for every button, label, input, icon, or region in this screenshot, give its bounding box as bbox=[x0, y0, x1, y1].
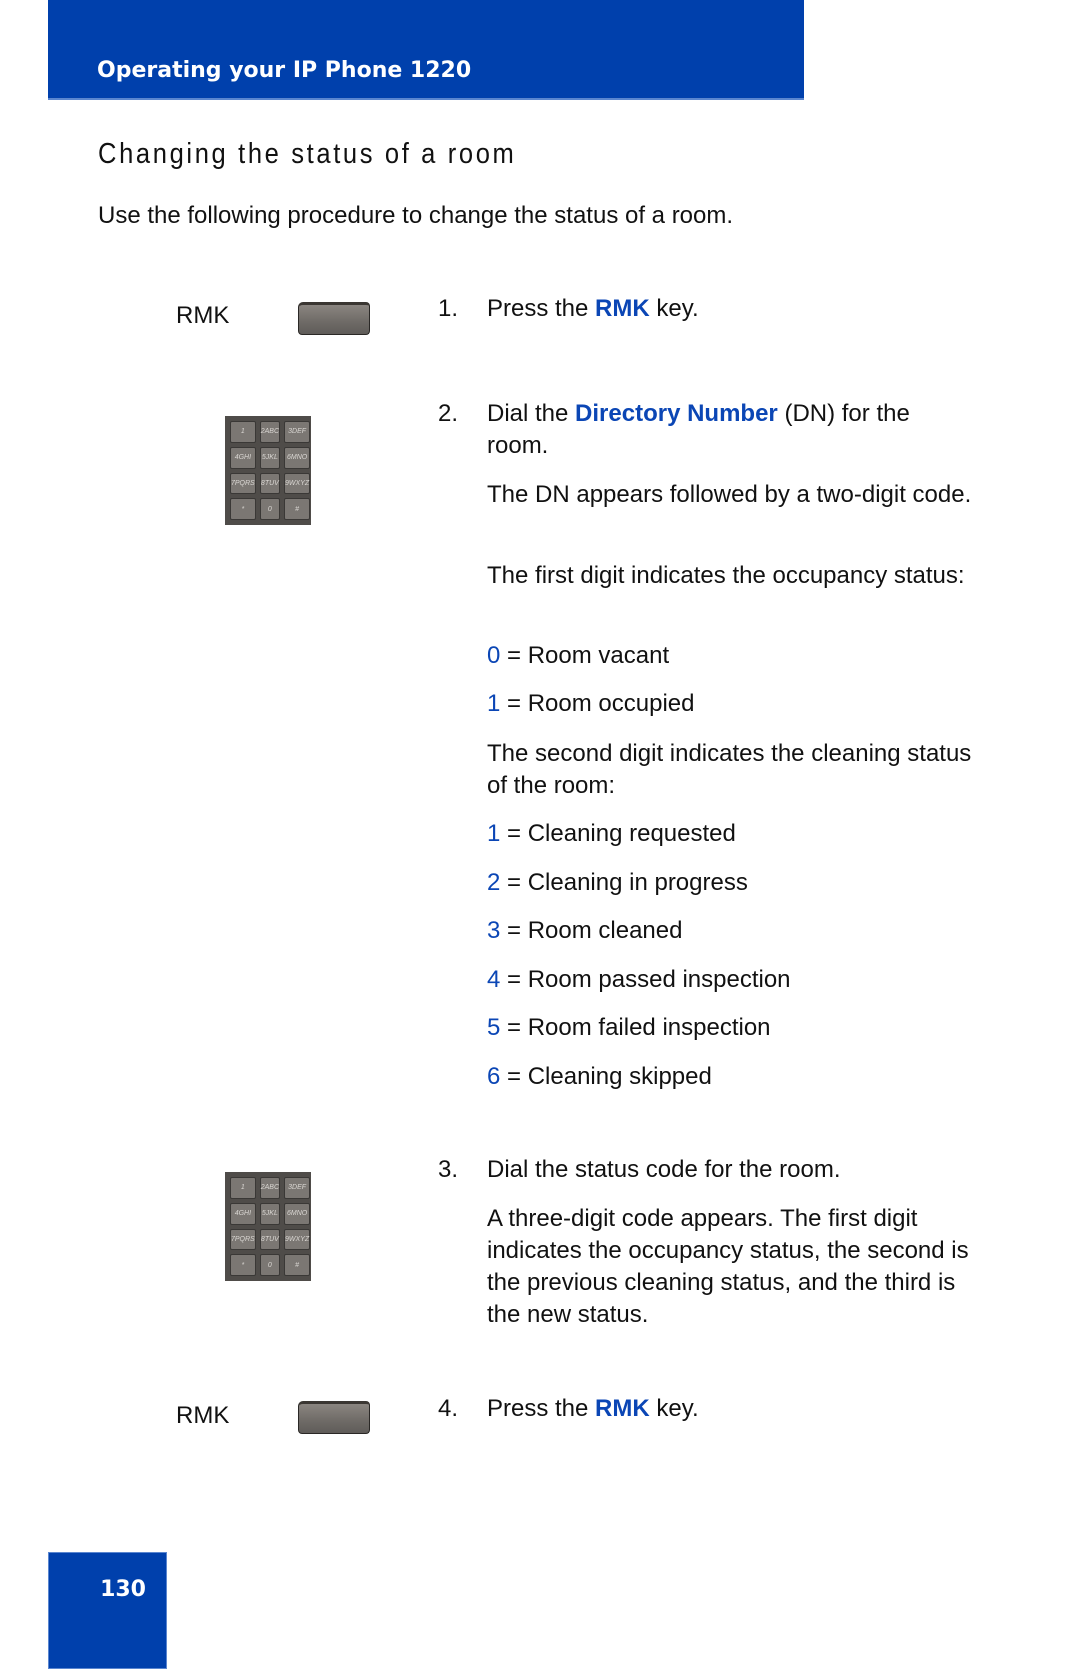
dialpad-key: 3DEF bbox=[284, 1177, 311, 1199]
dialpad-icon: 1 2ABC 3DEF 4GHI 5JKL 6MNO 7PQRS 8TUV 9WXYZ * 0 # bbox=[225, 416, 311, 525]
soft-key-icon bbox=[298, 1401, 370, 1434]
dn-appears-text: The DN appears followed by a two-digit c… bbox=[487, 481, 972, 508]
dialpad-key: 2ABC bbox=[259, 1177, 281, 1199]
occupancy-code-row: 1 = Room occupied bbox=[487, 690, 694, 718]
code-label: = Room vacant bbox=[507, 642, 670, 669]
dialpad-key: 0 bbox=[259, 498, 281, 520]
code-label: = Room passed inspection bbox=[507, 966, 791, 993]
step-number: 2. bbox=[438, 400, 459, 427]
code-label: = Cleaning in progress bbox=[507, 869, 748, 896]
code-digit: 1 bbox=[487, 820, 501, 847]
dialpad-key: 9WXYZ bbox=[284, 472, 311, 495]
code-digit: 1 bbox=[487, 690, 501, 717]
step-number: 1. bbox=[438, 295, 459, 322]
page-number: 130 bbox=[100, 1577, 146, 1602]
section-title: Changing the status of a room bbox=[98, 138, 517, 170]
step-text: Dial the bbox=[487, 400, 576, 427]
code-label: = Cleaning requested bbox=[507, 820, 736, 847]
header-title: Operating your IP Phone 1220 bbox=[97, 58, 472, 83]
dialpad-icon: 1 2ABC 3DEF 4GHI 5JKL 6MNO 7PQRS 8TUV 9WXYZ * 0 # bbox=[225, 1172, 311, 1281]
code-digit: 2 bbox=[487, 869, 501, 896]
step-text: key. bbox=[649, 1395, 699, 1422]
dialpad-key: 0 bbox=[259, 1254, 281, 1276]
code-digit: 0 bbox=[487, 642, 501, 669]
rmk-label: RMK bbox=[176, 302, 230, 329]
dialpad-key: 8TUV bbox=[259, 472, 281, 495]
dialpad-key: 1 bbox=[230, 1177, 256, 1199]
step-text: Press the bbox=[487, 295, 596, 322]
header-band: Operating your IP Phone 1220 bbox=[48, 0, 804, 100]
code-label: = Room cleaned bbox=[507, 917, 683, 944]
dialpad-key: 3DEF bbox=[284, 421, 311, 443]
code-digit: 5 bbox=[487, 1014, 501, 1041]
dialpad-key: * bbox=[230, 498, 256, 520]
dialpad-key: # bbox=[284, 1254, 311, 1276]
dialpad-key: # bbox=[284, 498, 311, 520]
step-number: 4. bbox=[438, 1395, 459, 1422]
cleaning-code-row: 2 = Cleaning in progress bbox=[487, 869, 748, 897]
dialpad-key: 5JKL bbox=[259, 1202, 281, 1225]
rmk-key-reference: RMK bbox=[595, 295, 650, 322]
soft-key-icon bbox=[298, 302, 370, 335]
dialpad-key: 6MNO bbox=[284, 1202, 311, 1225]
code-digit: 3 bbox=[487, 917, 501, 944]
step-text: Dial the status code for the room. bbox=[487, 1156, 841, 1183]
first-digit-text: The first digit indicates the occupancy … bbox=[487, 562, 965, 589]
cleaning-code-row: 1 = Cleaning requested bbox=[487, 820, 736, 848]
step-number: 3. bbox=[438, 1156, 459, 1183]
three-digit-code-text: A three-digit code appears. The first di… bbox=[487, 1205, 969, 1328]
dialpad-key: 1 bbox=[230, 421, 256, 443]
cleaning-code-row: 5 = Room failed inspection bbox=[487, 1014, 771, 1042]
dialpad-key: 4GHI bbox=[230, 446, 256, 469]
step-text: Press the bbox=[487, 1395, 596, 1422]
dialpad-key: 5JKL bbox=[259, 446, 281, 469]
intro-text: Use the following procedure to change th… bbox=[98, 202, 734, 229]
cleaning-code-row: 6 = Cleaning skipped bbox=[487, 1063, 712, 1091]
dialpad-key: 7PQRS bbox=[230, 1228, 256, 1251]
dialpad-key: 9WXYZ bbox=[284, 1228, 311, 1251]
dialpad-key: 2ABC bbox=[259, 421, 281, 443]
dialpad-key: * bbox=[230, 1254, 256, 1276]
cleaning-code-row: 4 = Room passed inspection bbox=[487, 966, 791, 994]
page-number-box: 130 bbox=[48, 1552, 167, 1669]
cleaning-code-row: 3 = Room cleaned bbox=[487, 917, 682, 945]
dialpad-key: 4GHI bbox=[230, 1202, 256, 1225]
rmk-label: RMK bbox=[176, 1402, 230, 1429]
code-label: = Room failed inspection bbox=[507, 1014, 771, 1041]
occupancy-code-row: 0 = Room vacant bbox=[487, 642, 669, 670]
code-label: = Room occupied bbox=[507, 690, 695, 717]
dialpad-key: 6MNO bbox=[284, 446, 311, 469]
rmk-key-reference: RMK bbox=[595, 1395, 650, 1422]
code-digit: 4 bbox=[487, 966, 501, 993]
code-label: = Cleaning skipped bbox=[507, 1063, 712, 1090]
dialpad-key: 7PQRS bbox=[230, 472, 256, 495]
code-digit: 6 bbox=[487, 1063, 501, 1090]
step-text: key. bbox=[649, 295, 699, 322]
second-digit-text: The second digit indicates the cleaning … bbox=[487, 740, 972, 799]
directory-number-reference: Directory Number bbox=[575, 400, 778, 427]
dialpad-key: 8TUV bbox=[259, 1228, 281, 1251]
